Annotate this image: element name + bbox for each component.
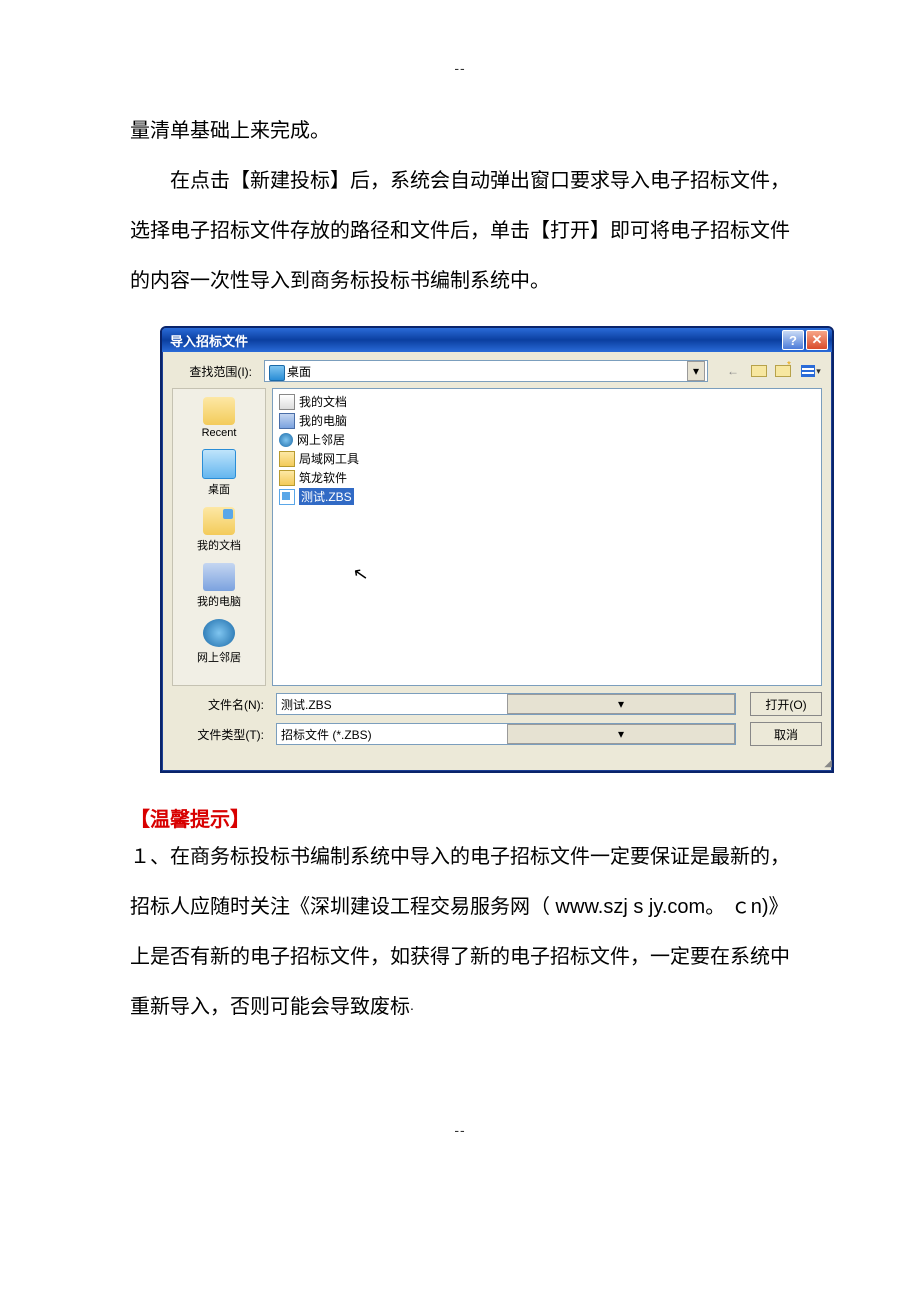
network-icon: [203, 619, 235, 647]
recent-icon: [203, 397, 235, 425]
lookin-value: 桌面: [267, 363, 687, 380]
filetype-dropdown-button[interactable]: ▾: [507, 724, 735, 744]
resize-grip-icon[interactable]: ◢: [162, 758, 832, 771]
mydocs-file-icon: [279, 394, 295, 410]
dialog-title: 导入招标文件: [170, 331, 780, 350]
places-desktop[interactable]: 桌面: [173, 445, 265, 503]
page-footer-dash: --: [130, 1122, 790, 1138]
zbs-file-icon: [279, 489, 295, 505]
back-icon[interactable]: ←: [722, 360, 744, 382]
file-item[interactable]: 局域网工具: [277, 449, 817, 468]
new-folder-icon[interactable]: [774, 360, 796, 382]
folder-icon: [279, 470, 295, 486]
up-one-level-icon[interactable]: [748, 360, 770, 382]
cursor-icon: ↖: [351, 563, 370, 586]
mydocs-icon: [203, 507, 235, 535]
mycomputer-icon: [203, 563, 235, 591]
cancel-button[interactable]: 取消: [750, 722, 822, 746]
lookin-combo[interactable]: 桌面 ▾: [264, 360, 708, 382]
file-item[interactable]: 网上邻居: [277, 430, 817, 449]
page-header-dash: --: [130, 60, 790, 76]
tip-body-text: １、在商务标投标书编制系统中导入的电子招标文件一定要保证是最新的，招标人应随时关…: [130, 846, 790, 1018]
places-mydocs[interactable]: 我的文档: [173, 503, 265, 559]
view-menu-icon[interactable]: [800, 360, 822, 382]
filename-input[interactable]: 测试.ZBS ▾: [276, 693, 736, 715]
prose-line1: 量清单基础上来完成。: [130, 120, 330, 142]
open-button[interactable]: 打开(O): [750, 692, 822, 716]
computer-file-icon: [279, 413, 295, 429]
desktop-icon: [269, 365, 285, 381]
file-list[interactable]: 我的文档 我的电脑 网上邻居 局域网工具: [272, 388, 822, 686]
filetype-label: 文件类型(T):: [172, 726, 270, 743]
file-item[interactable]: 我的文档: [277, 392, 817, 411]
help-button[interactable]: ?: [782, 330, 804, 350]
network-file-icon: [279, 433, 293, 447]
tip-heading: 【温馨提示】: [130, 803, 790, 832]
places-recent[interactable]: Recent: [173, 393, 265, 445]
filename-dropdown-button[interactable]: ▾: [507, 694, 735, 714]
lookin-dropdown-button[interactable]: ▾: [687, 361, 705, 381]
tip-body-stop: .: [410, 997, 414, 1013]
dialog-titlebar: 导入招标文件 ? ✕: [162, 328, 832, 352]
places-network[interactable]: 网上邻居: [173, 615, 265, 671]
dialog-toolbar: ←: [722, 360, 822, 382]
filename-label: 文件名(N):: [172, 696, 270, 713]
folder-icon: [279, 451, 295, 467]
places-bar: Recent 桌面 我的文档 我的电脑: [172, 388, 266, 686]
file-item[interactable]: 我的电脑: [277, 411, 817, 430]
lookin-label: 查找范围(I):: [172, 363, 258, 380]
desktop-place-icon: [202, 449, 236, 479]
close-button[interactable]: ✕: [806, 330, 828, 350]
filetype-combo[interactable]: 招标文件 (*.ZBS) ▾: [276, 723, 736, 745]
import-dialog: 导入招标文件 ? ✕ 查找范围(I): 桌面 ▾ ←: [160, 326, 834, 773]
file-item[interactable]: 筑龙软件: [277, 468, 817, 487]
tip-body: １、在商务标投标书编制系统中导入的电子招标文件一定要保证是最新的，招标人应随时关…: [130, 832, 790, 1032]
body-text-block: 量清单基础上来完成。 在点击【新建投标】后，系统会自动弹出窗口要求导入电子招标文…: [130, 106, 790, 306]
file-item-selected[interactable]: 测试.ZBS: [277, 487, 817, 506]
places-mycomputer[interactable]: 我的电脑: [173, 559, 265, 615]
prose-para2: 在点击【新建投标】后，系统会自动弹出窗口要求导入电子招标文件，选择电子招标文件存…: [130, 156, 790, 306]
